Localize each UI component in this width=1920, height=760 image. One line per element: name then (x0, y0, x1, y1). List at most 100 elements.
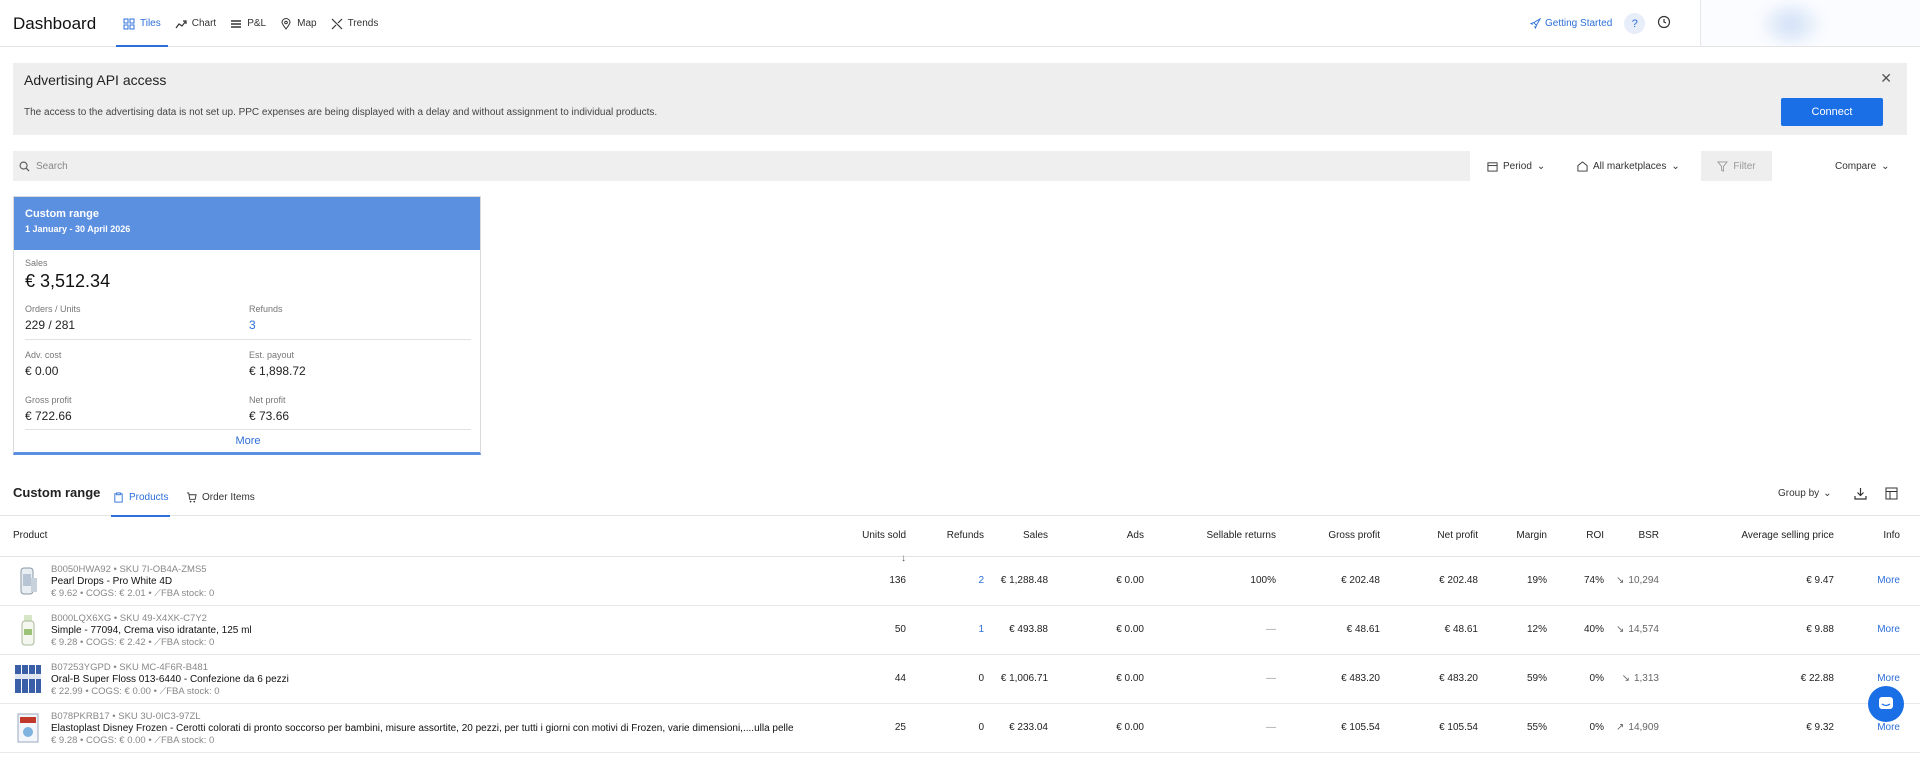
top-bar: Dashboard Tiles Chart P&L Map Trends Get… (0, 0, 1920, 47)
product-thumbnail (20, 567, 37, 595)
close-icon[interactable]: ✕ (1880, 70, 1892, 87)
tab-trends[interactable]: Trends (324, 0, 386, 47)
payout-value: € 1,898.72 (249, 364, 306, 378)
tab-map[interactable]: Map (273, 0, 323, 47)
search-input[interactable]: Search (13, 151, 1470, 181)
product-name[interactable]: Oral-B Super Floss 013-6440 - Confezione… (51, 674, 289, 685)
connect-button[interactable]: Connect (1781, 98, 1883, 126)
table-row[interactable]: B078PKRB17 • SKU 3U-0IC3-97ZL Elastoplas… (0, 704, 1920, 753)
product-name[interactable]: Pearl Drops - Pro White 4D (51, 576, 172, 587)
col-roi[interactable]: ROI (1586, 530, 1604, 541)
table-row[interactable]: B07253YGPD • SKU MC-4F6R-B481 Oral-B Sup… (0, 655, 1920, 704)
col-gross-profit[interactable]: Gross profit (1328, 530, 1380, 541)
filter-button[interactable]: Filter (1701, 151, 1772, 181)
average-selling-price: € 9.47 (1806, 575, 1834, 586)
account-menu[interactable] (1700, 0, 1920, 46)
col-average-selling-price[interactable]: Average selling price (1741, 530, 1834, 541)
bsr-trend-icon: ↘ (1616, 575, 1625, 586)
view-tabs: Tiles Chart P&L Map Trends (116, 0, 385, 47)
tile-more-link[interactable]: More (14, 435, 482, 447)
download-icon[interactable] (1854, 487, 1867, 500)
tab-label: Map (297, 18, 317, 29)
chat-button[interactable] (1868, 686, 1904, 722)
ads: € 0.00 (1116, 624, 1144, 635)
col-net-profit[interactable]: Net profit (1437, 530, 1478, 541)
product-ids: B0050HWA92 • SKU 7I-OB4A-ZMS5 (51, 564, 207, 575)
product-cost-info: € 9.28 • COGS: € 2.42 • ⟋FBA stock: 0 (51, 637, 215, 648)
search-icon (19, 161, 30, 172)
sales: € 493.88 (1009, 624, 1048, 635)
columns-icon[interactable] (1885, 487, 1898, 500)
adv-cost-label: Adv. cost (25, 350, 62, 360)
store-icon (1577, 160, 1588, 172)
units-sold: 50 (894, 624, 906, 635)
getting-started-label: Getting Started (1545, 18, 1613, 29)
refunds-label: Refunds (249, 304, 283, 314)
col-product[interactable]: Product (13, 530, 47, 541)
history-button[interactable] (1657, 15, 1671, 32)
help-button[interactable]: ? (1624, 13, 1646, 34)
refunds[interactable]: 2 (978, 575, 984, 586)
sellable-returns: 100% (1250, 575, 1276, 586)
col-margin[interactable]: Margin (1516, 530, 1547, 541)
group-by-dropdown[interactable]: Group by ⌄ (1778, 478, 1832, 508)
adv-cost-value: € 0.00 (25, 364, 59, 378)
product-name[interactable]: Elastoplast Disney Frozen - Cerotti colo… (51, 723, 794, 734)
orders-label: Orders / Units (25, 304, 81, 314)
gross-profit-label: Gross profit (25, 395, 72, 405)
net-profit: € 105.54 (1439, 722, 1478, 733)
product-ids: B07253YGPD • SKU MC-4F6R-B481 (51, 662, 208, 673)
table-row[interactable]: B0050HWA92 • SKU 7I-OB4A-ZMS5 Pearl Drop… (0, 557, 1920, 606)
table-row[interactable]: B000LQX6XG • SKU 49-X4XK-C7Y2 Simple - 7… (0, 606, 1920, 655)
ads: € 0.00 (1116, 722, 1144, 733)
sellable-returns: — (1266, 722, 1276, 733)
col-bsr[interactable]: BSR (1638, 530, 1659, 541)
tab-products[interactable]: Products (111, 478, 171, 517)
product-cost-info: € 22.99 • COGS: € 0.00 • ⟋FBA stock: 0 (51, 686, 220, 697)
col-sellable-returns[interactable]: Sellable returns (1207, 530, 1276, 541)
units-sold: 44 (894, 673, 906, 684)
tab-tiles[interactable]: Tiles (116, 0, 168, 47)
summary-tile[interactable]: Custom range 1 January - 30 April 2026 S… (13, 196, 481, 455)
product-name[interactable]: Simple - 77094, Crema viso idratante, 12… (51, 625, 252, 636)
bsr-trend-icon: ↘ (1621, 673, 1630, 684)
page-title: Dashboard (13, 14, 97, 33)
banner-title: Advertising API access (24, 72, 167, 88)
sales-value: € 3,512.34 (25, 271, 111, 291)
average-selling-price: € 9.32 (1806, 722, 1834, 733)
gross-profit: € 483.20 (1341, 673, 1380, 684)
more-link[interactable]: More (1877, 673, 1900, 684)
product-thumbnail (21, 615, 35, 646)
marketplaces-dropdown[interactable]: All marketplaces ⌄ (1577, 151, 1680, 181)
more-link[interactable]: More (1877, 624, 1900, 635)
getting-started-link[interactable]: Getting Started (1530, 18, 1612, 29)
col-ads[interactable]: Ads (1127, 530, 1144, 541)
grid-icon (123, 18, 135, 29)
refunds-value[interactable]: 3 (249, 318, 256, 332)
tab-pl[interactable]: P&L (223, 0, 273, 47)
funnel-icon (1717, 160, 1729, 172)
tab-order-items[interactable]: Order Items (184, 478, 257, 516)
refunds[interactable]: 1 (978, 624, 984, 635)
clock-icon (1658, 15, 1671, 29)
more-link[interactable]: More (1877, 575, 1900, 586)
tab-chart[interactable]: Chart (168, 0, 223, 47)
payout-label: Est. payout (249, 350, 295, 360)
sales: € 1,288.48 (1000, 575, 1048, 586)
margin: 19% (1526, 575, 1547, 586)
col-units-sold[interactable]: Units sold (862, 530, 906, 541)
col-refunds[interactable]: Refunds (947, 530, 984, 541)
ads: € 0.00 (1116, 575, 1144, 586)
sales: € 1,006.71 (1000, 673, 1048, 684)
net-profit-label: Net profit (249, 395, 286, 405)
gross-profit: € 105.54 (1341, 722, 1380, 733)
more-link[interactable]: More (1877, 722, 1900, 733)
period-dropdown[interactable]: Period ⌄ (1487, 151, 1545, 181)
margin: 12% (1526, 624, 1547, 635)
tile-date-range: 1 January - 30 April 2026 (25, 224, 131, 234)
product-ids: B000LQX6XG • SKU 49-X4XK-C7Y2 (51, 613, 207, 624)
compare-dropdown[interactable]: Compare ⌄ (1835, 151, 1890, 181)
divider (25, 429, 471, 430)
col-sales[interactable]: Sales (1023, 530, 1048, 541)
gross-profit: € 202.48 (1341, 575, 1380, 586)
